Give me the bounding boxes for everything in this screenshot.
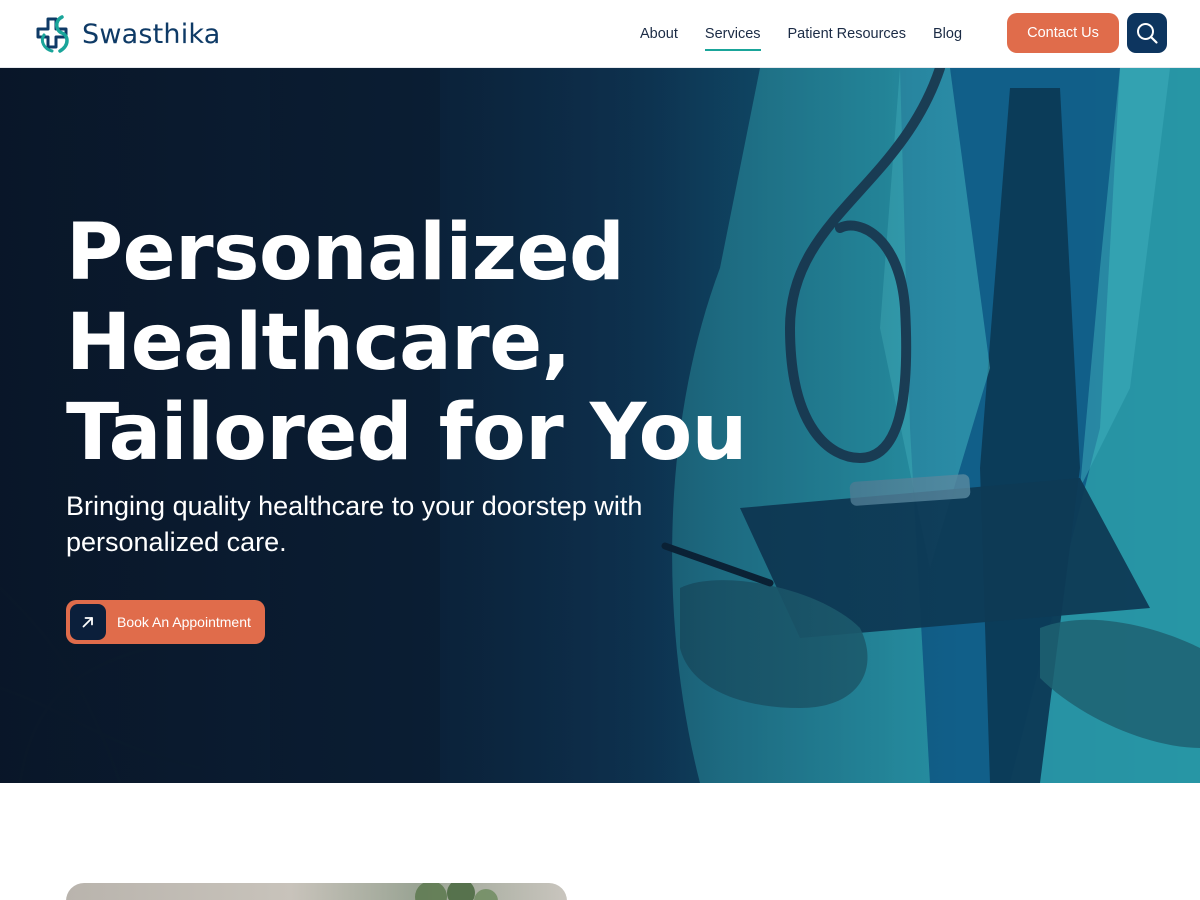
- hero-subtitle: Bringing quality healthcare to your door…: [66, 491, 643, 557]
- contact-us-button[interactable]: Contact Us: [1007, 13, 1119, 53]
- nav-item-about[interactable]: About: [640, 22, 678, 46]
- hero-section: Personalized Healthcare, Tailored for Yo…: [0, 68, 1200, 783]
- hero-title-line: Tailored for You: [66, 388, 747, 478]
- brand-name: Swasthika: [82, 18, 221, 50]
- swasthika-cross-logo-icon: [36, 15, 69, 53]
- site-header: Swasthika About Services Patient Resourc…: [0, 0, 1200, 68]
- hero-title-line: Healthcare,: [66, 298, 571, 388]
- search-icon: [1137, 23, 1158, 44]
- nav-item-services[interactable]: Services: [704, 22, 761, 51]
- section-preview-image: [66, 883, 567, 900]
- main-nav: About Services Patient Resources Blog: [640, 0, 989, 68]
- plant-photo: [415, 883, 498, 900]
- hero-title-line: Personalized: [66, 208, 625, 298]
- search-button[interactable]: [1127, 13, 1167, 53]
- nav-item-patient-resources[interactable]: Patient Resources: [788, 22, 906, 46]
- hero-title: Personalized Healthcare, Tailored for Yo…: [66, 208, 766, 478]
- book-appointment-label: Book An Appointment: [117, 614, 251, 630]
- brand-logo[interactable]: Swasthika: [32, 11, 221, 57]
- nav-item-blog[interactable]: Blog: [933, 22, 962, 46]
- book-appointment-button[interactable]: Book An Appointment: [66, 600, 265, 644]
- arrow-up-right-icon: [70, 604, 106, 640]
